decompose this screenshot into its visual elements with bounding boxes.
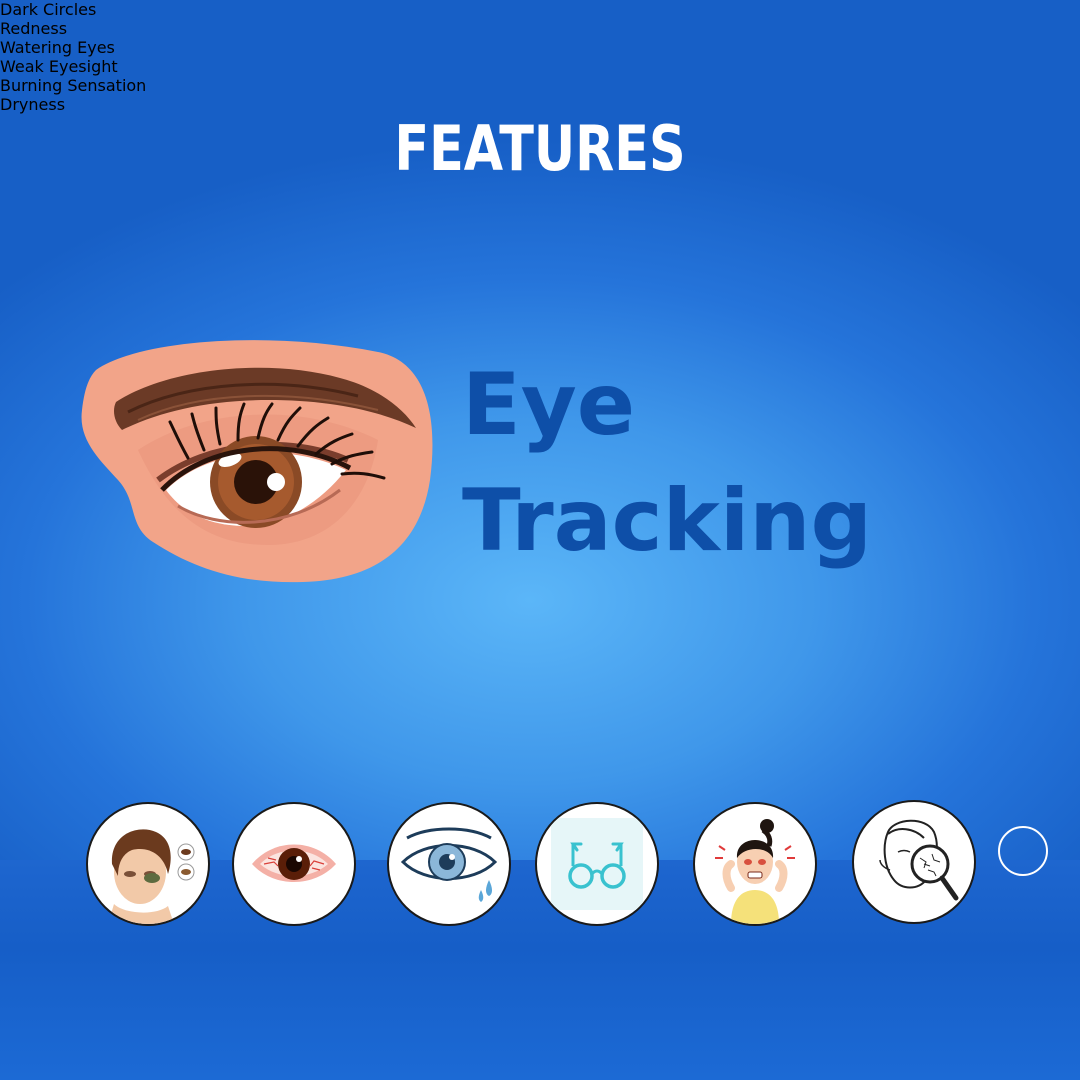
symptom-label: Weak Eyesight [0,57,118,76]
eye-illustration [81,340,433,583]
dry-skin-magnifier-icon [852,800,976,924]
symptom-weak-eyesight: Weak Eyesight [0,57,1080,926]
watering-eye-icon [387,802,511,926]
symptom-redness: Redness [0,19,1080,926]
feature-title-line1: Eye [462,355,636,455]
page-title: FEATURES [394,112,686,185]
next-item-edge [998,826,1048,876]
symptom-dark-circles: Dark Circles [0,0,1080,926]
dark-circles-icon [86,802,210,926]
symptom-label: Dark Circles [0,0,97,19]
symptom-burning-sensation: Burning Sensation [0,76,1080,926]
symptom-label: Burning Sensation [0,76,147,95]
burning-sensation-icon [693,802,817,926]
feature-title-line2: Tracking [462,471,873,571]
symptom-label: Redness [0,19,68,38]
symptom-label: Watering Eyes [0,38,115,57]
symptom-watering-eyes: Watering Eyes [0,38,1080,926]
glasses-icon [535,802,659,926]
red-eye-icon [232,802,356,926]
